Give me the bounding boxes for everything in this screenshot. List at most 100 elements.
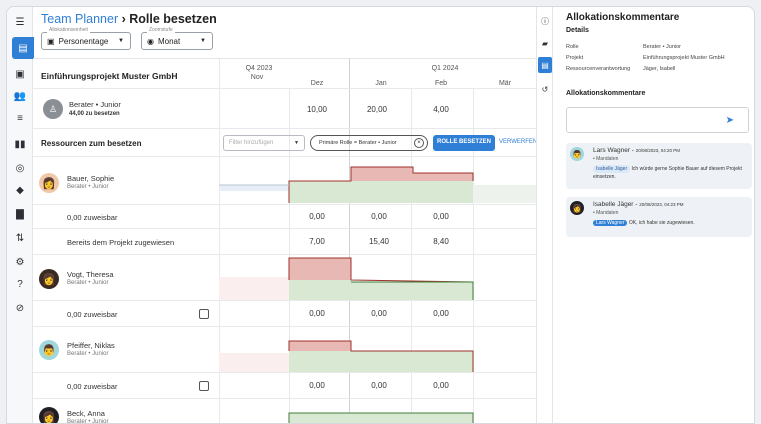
free-capacity-row: 0,00 zuweisbar 0,00 0,00 0,00 (33, 205, 536, 229)
resource-name: Pfeiffer, Niklas (67, 341, 115, 350)
document-icon[interactable]: ▇ (7, 203, 33, 225)
bar-chart-icon[interactable]: ▮▮ (7, 133, 33, 155)
select-checkbox[interactable] (199, 381, 209, 391)
mention-tag[interactable]: Lars Wagner (593, 220, 628, 226)
comment-channel: Mandaten (596, 210, 619, 216)
resource-role: Berater • Junior (67, 280, 109, 286)
resource-name: Beck, Anna (67, 409, 105, 418)
resource-row[interactable]: 👩 Beck, Anna Berater • Junior (33, 399, 536, 424)
resource-name: Vogt, Theresa (67, 270, 114, 279)
avatar: 👩 (570, 201, 584, 215)
avatar: 👨 (570, 147, 584, 161)
assign-role-button[interactable]: ROLLE BESETZEN (433, 135, 495, 151)
free-value: 0,00 (309, 212, 325, 221)
comment-author: Isabelle Jäger (593, 201, 634, 208)
panel-title: Allokationskommentare (566, 12, 680, 23)
chevron-down-icon: ▼ (200, 38, 206, 44)
help-icon[interactable]: ? (7, 273, 33, 295)
chat-icon[interactable]: ▰ (538, 35, 552, 51)
free-capacity-row: 0,00 zuweisbar 0,00 0,00 0,00 (33, 373, 536, 399)
comment-author: Lars Wagner (593, 147, 630, 154)
info-icon[interactable]: ⓘ (538, 13, 552, 29)
compass-icon[interactable]: ⊘ (7, 297, 33, 319)
breadcrumb-current: Rolle besetzen (129, 12, 217, 26)
detail-key: Ressourcenverantwortung (566, 66, 631, 72)
comment-item: 👩 Isabelle Jäger - 20/08/2023, 04:23 PM … (566, 197, 752, 237)
role-open-amount: 44,00 zu besetzen (69, 111, 120, 117)
discard-button[interactable]: VERWERFEN (499, 139, 537, 145)
avatar: 👨 (39, 340, 59, 360)
resource-role: Berater • Junior (67, 184, 109, 190)
free-value: 0,00 (371, 212, 387, 221)
resource-role: Berater • Junior (67, 419, 109, 424)
list-icon[interactable]: ≡ (7, 107, 33, 129)
planner-grid: Q4 2023 Q1 2024 Nov Dez Jan Feb Mär Einf… (33, 59, 537, 424)
mention-tag[interactable]: Isabelle Jäger (593, 165, 631, 173)
role-filter-chip[interactable]: Primäre Rolle = Berater • Junior × (310, 135, 428, 151)
free-value: 0,00 (371, 309, 387, 318)
resource-row[interactable]: 👩 Vogt, Theresa Berater • Junior (33, 255, 536, 301)
avatar: 👩 (39, 173, 59, 193)
contacts-icon[interactable]: ▣ (7, 63, 33, 85)
free-value: 0,00 (433, 381, 449, 390)
resource-row[interactable]: 👩 Bauer, Sophie Berater • Junior (33, 157, 536, 205)
assigned-label: Bereits dem Projekt zugewiesen (67, 238, 175, 247)
detail-value: Berater • Junior (643, 44, 681, 50)
resource-name: Bauer, Sophie (67, 174, 115, 183)
free-value: 0,00 (433, 309, 449, 318)
people-icon[interactable]: 👥 (7, 85, 33, 107)
chevron-down-icon: ▼ (294, 140, 299, 146)
target-icon[interactable]: ◎ (7, 157, 33, 179)
team-planner-icon[interactable]: ▤ (12, 37, 34, 59)
free-value: 0,00 (433, 212, 449, 221)
zoom-select[interactable]: Zoomstufe ◉ Monat ▼ (141, 27, 213, 50)
resource-role: Berater • Junior (67, 351, 109, 357)
free-value: 0,00 (309, 381, 325, 390)
unit-select-label: Allokationseinheit (47, 27, 90, 33)
free-capacity-row: 0,00 zuweisbar 0,00 0,00 0,00 (33, 301, 536, 327)
comment-text: OK, ich habe sie zugewiesen. (628, 220, 695, 226)
avatar: 👩 (39, 407, 59, 423)
project-name: Einführungsprojekt Muster GmbH (41, 71, 178, 81)
menu-icon[interactable]: ☰ (7, 11, 33, 33)
detail-value: Jäger, Isabell (643, 66, 676, 72)
page-title: Team Planner › Rolle besetzen (41, 12, 217, 26)
comment-item: 👨 Lars Wagner - 20/08/2023, 04:20 PM • M… (566, 143, 752, 189)
role-row: ♙ Berater • Junior 44,00 zu besetzen 10,… (33, 89, 536, 129)
app-window: ☰ ▤ ▣ 👥 ≡ ▮▮ ◎ ◆ ▇ ⇅ ⚙ ? ⊘ Team Planner … (6, 6, 755, 424)
unit-select-value: Personentage (58, 36, 109, 46)
calendar-icon: ▣ (47, 36, 55, 46)
clear-chip-icon[interactable]: × (414, 138, 424, 148)
project-row: Einführungsprojekt Muster GmbH (33, 59, 536, 89)
comment-date: 20/08/2023, 04:20 PM (635, 148, 681, 153)
zoom-icon: ◉ (147, 36, 154, 46)
avatar: 👩 (39, 269, 59, 289)
resources-title: Ressourcen zum besetzen (41, 139, 142, 148)
breadcrumb-team-planner[interactable]: Team Planner (41, 12, 118, 26)
role-name: Berater • Junior (69, 100, 121, 109)
filter-input[interactable]: Filter hinzufügen ▼ (223, 135, 305, 151)
transfer-icon[interactable]: ⇅ (7, 227, 33, 249)
comment-date: 20/08/2023, 04:23 PM (639, 202, 684, 207)
history-icon[interactable]: ↺ (538, 81, 552, 97)
role-avatar-icon: ♙ (43, 99, 63, 119)
unit-select[interactable]: Allokationseinheit ▣ Personentage ▼ (41, 27, 131, 50)
detail-key: Projekt (566, 55, 584, 61)
select-checkbox[interactable] (199, 309, 209, 319)
diamond-icon[interactable]: ◆ (7, 179, 33, 201)
settings-icon[interactable]: ⚙ (7, 251, 33, 273)
assigned-value: 8,40 (433, 237, 449, 246)
comments-panel: ⓘ ▰ ▤ ↺ Allokationskommentare Details Ro… (536, 7, 754, 423)
send-icon[interactable]: ➤ (726, 115, 734, 126)
filter-placeholder: Filter hinzufügen (229, 140, 274, 146)
comments-title: Allokationskommentare (566, 90, 646, 97)
comments-icon[interactable]: ▤ (538, 57, 552, 73)
chevron-down-icon: ▼ (118, 38, 124, 44)
free-value: 0,00 (371, 381, 387, 390)
resource-row[interactable]: 👨 Pfeiffer, Niklas Berater • Junior (33, 327, 536, 373)
zoom-select-label: Zoomstufe (147, 27, 175, 33)
resources-header-row: Ressourcen zum besetzen Filter hinzufüge… (33, 129, 537, 157)
breadcrumb-separator: › (118, 12, 130, 26)
comment-input[interactable]: ➤ (566, 107, 749, 133)
role-value-dez: 10,00 (306, 105, 328, 114)
